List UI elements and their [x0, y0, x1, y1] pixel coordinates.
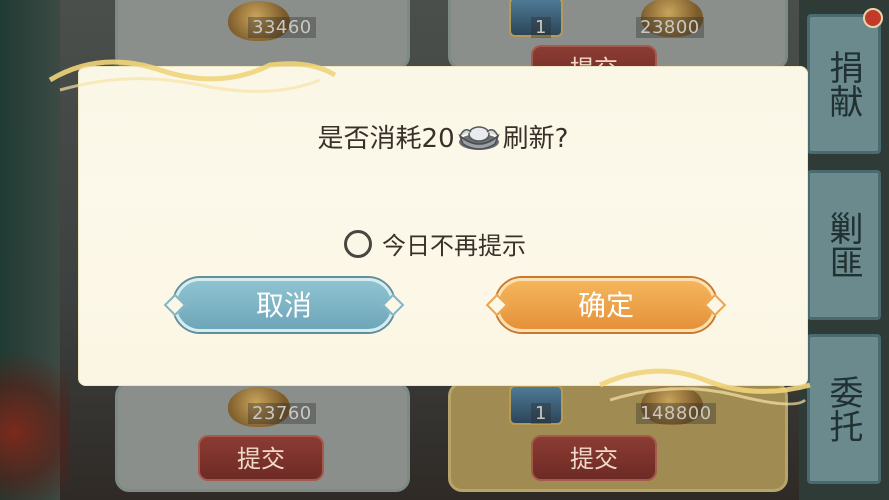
- refresh-confirm-dialog: 是否消耗20 刷新? 今日不再提示 取消 确定: [78, 66, 808, 386]
- tab-bandits[interactable]: 剿匪: [807, 170, 881, 320]
- dont-remind-today-option[interactable]: 今日不再提示: [344, 226, 526, 261]
- reward-amount: 23760: [248, 403, 316, 424]
- red-foliage-decoration: [0, 330, 70, 500]
- cancel-label: 取消: [255, 289, 312, 322]
- dialog-question: 是否消耗20 刷新?: [78, 118, 808, 155]
- ornament-left-icon: [485, 293, 509, 317]
- right-side-tabs: 捐献 剿匪 委托: [799, 0, 889, 500]
- radio-unchecked-icon[interactable]: [344, 229, 372, 258]
- task-card-3: 23760 提交: [115, 382, 410, 492]
- ornament-right-icon: [703, 293, 727, 317]
- dont-remind-label: 今日不再提示: [382, 232, 526, 260]
- ornament-left-icon: [163, 293, 187, 317]
- reward-amount: 23800: [636, 17, 704, 38]
- item-count: 1: [531, 17, 551, 38]
- tab-donate[interactable]: 捐献: [807, 14, 881, 154]
- item-count: 1: [531, 403, 551, 424]
- question-suffix: 刷新?: [502, 124, 569, 154]
- gold-cloud-decoration: [598, 368, 811, 406]
- task-card-2: 1 23800 提交: [448, 0, 788, 91]
- notification-dot: [863, 8, 883, 28]
- confirm-button[interactable]: 确定: [485, 278, 727, 332]
- gold-cloud-decoration: [48, 59, 337, 93]
- submit-button[interactable]: 提交: [531, 435, 657, 481]
- cancel-button[interactable]: 取消: [163, 278, 405, 332]
- ornament-right-icon: [381, 293, 405, 317]
- confirm-label: 确定: [577, 289, 634, 322]
- silver-ingot-icon: [457, 125, 500, 150]
- submit-button[interactable]: 提交: [198, 435, 324, 481]
- question-prefix: 是否消耗20: [317, 124, 455, 154]
- tab-commission[interactable]: 委托: [807, 334, 881, 484]
- reward-amount: 33460: [248, 17, 316, 38]
